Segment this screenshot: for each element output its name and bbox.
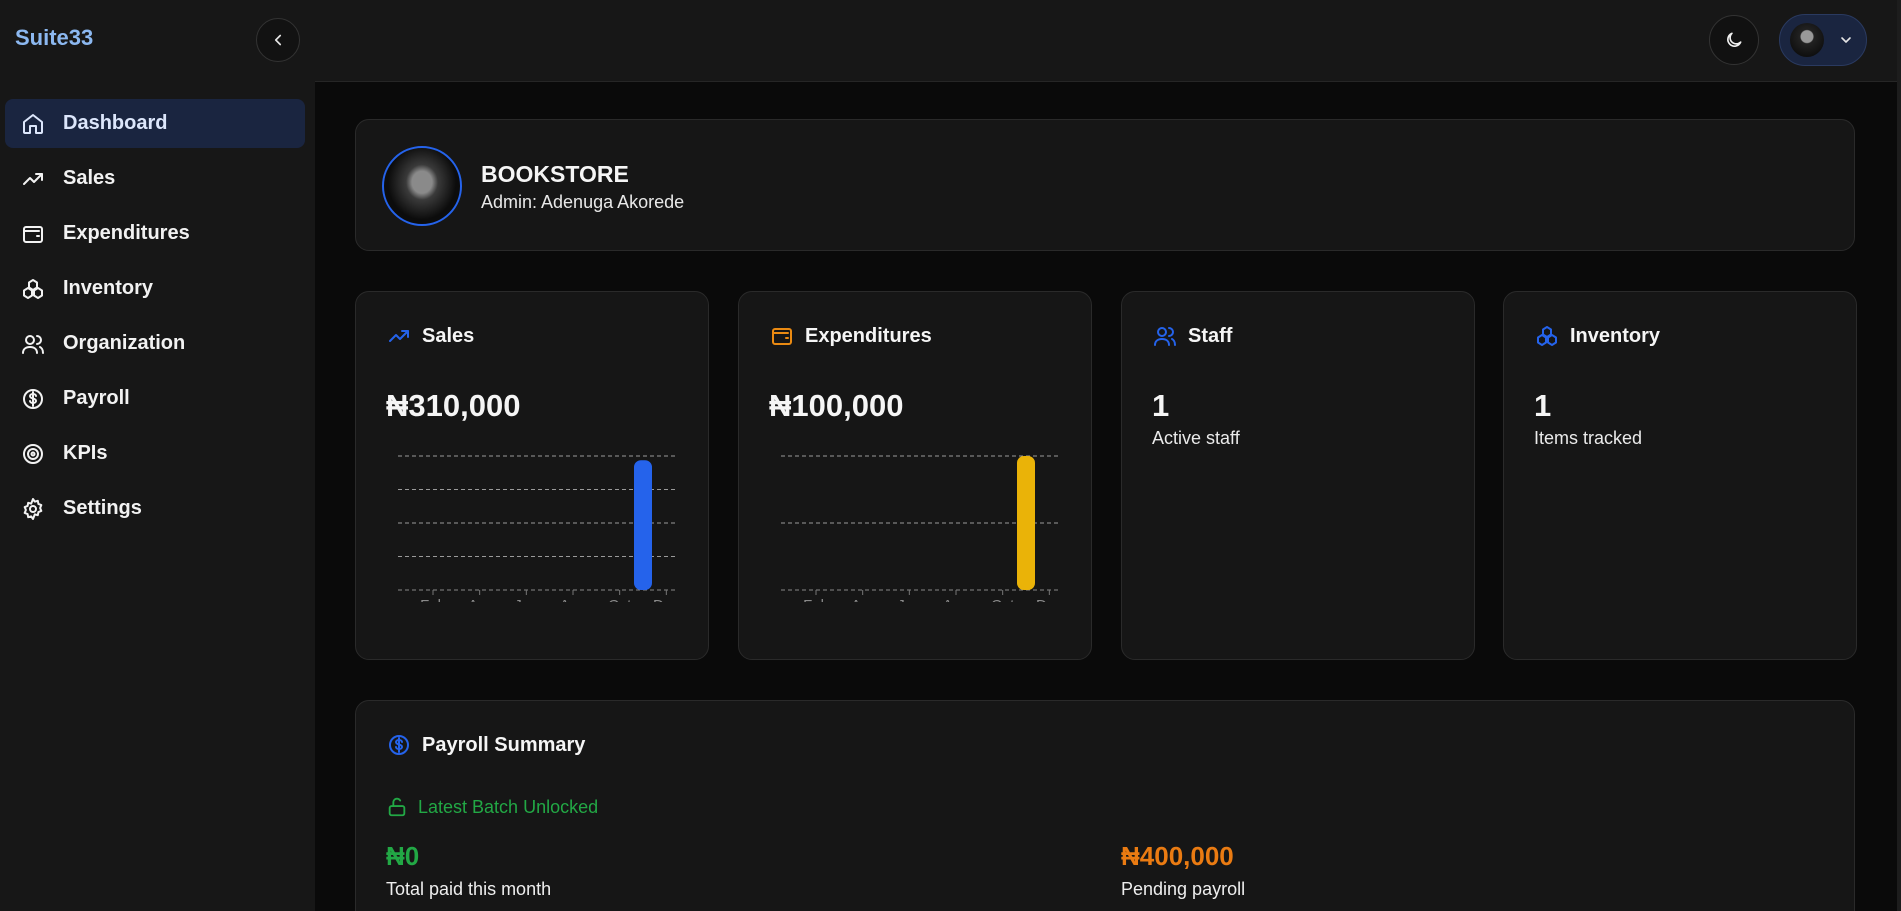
staff-label: Active staff xyxy=(1152,428,1240,448)
boxes-icon xyxy=(19,275,47,303)
sidebar-item-payroll[interactable]: Payroll xyxy=(5,374,305,423)
avatar xyxy=(1790,23,1824,57)
axis-tick-label: Feb xyxy=(803,597,829,602)
card-title-label: Expenditures xyxy=(805,324,932,347)
axis-tick-label: Jun xyxy=(514,597,538,602)
sidebar-item-organization[interactable]: Organization xyxy=(5,319,305,368)
brand-logo[interactable]: Suite33 xyxy=(15,25,93,51)
card-title: Payroll Summary xyxy=(386,732,585,758)
sidebar-item-label: KPIs xyxy=(63,442,108,464)
trending-up-icon xyxy=(386,323,412,349)
organization-card: BOOKSTORE Admin: Adenuga Akorede xyxy=(355,119,1855,251)
chevron-down-icon xyxy=(1841,37,1851,43)
expenditures-card[interactable]: Expenditures ₦100,000 Feb Apr Jun Aug Oct Dec xyxy=(738,291,1092,660)
payroll-summary-card: Payroll Summary Latest Batch Unlocked ₦0… xyxy=(355,700,1855,911)
target-icon xyxy=(19,440,47,468)
sidebar-item-inventory[interactable]: Inventory xyxy=(5,264,305,313)
axis-tick-label: Aug xyxy=(943,597,970,602)
chevron-left-icon xyxy=(274,34,282,46)
chart-bar-nov[interactable] xyxy=(634,460,652,590)
sidebar-item-sales[interactable]: Sales xyxy=(5,154,305,203)
axis-tick-label: Oct xyxy=(608,597,632,602)
axis-tick-label: Jun xyxy=(897,597,921,602)
card-title-label: Payroll Summary xyxy=(422,733,586,756)
boxes-icon xyxy=(1534,323,1560,349)
gear-icon xyxy=(19,495,47,523)
home-icon xyxy=(19,110,47,138)
users-icon xyxy=(19,330,47,358)
moon-icon xyxy=(1727,32,1742,47)
organization-name: BOOKSTORE xyxy=(481,161,629,187)
trending-up-icon xyxy=(19,165,47,193)
sidebar-item-label: Dashboard xyxy=(63,112,168,134)
wallet-icon xyxy=(769,323,795,349)
topbar xyxy=(315,0,1901,82)
sidebar-item-dashboard[interactable]: Dashboard xyxy=(5,99,305,148)
axis-tick-label: Apr xyxy=(851,597,874,602)
theme-toggle-button[interactable] xyxy=(1709,15,1759,65)
sidebar-item-label: Payroll xyxy=(63,387,130,409)
axis-tick-label: Aug xyxy=(560,597,587,602)
pending-value: ₦400,000 xyxy=(1121,841,1234,871)
chart-bar-nov[interactable] xyxy=(1017,456,1035,590)
axis-tick-label: Feb xyxy=(420,597,446,602)
user-menu-button[interactable] xyxy=(1779,14,1867,66)
paid-label: Total paid this month xyxy=(386,879,552,899)
collapse-sidebar-button[interactable] xyxy=(256,18,300,62)
paid-value: ₦0 xyxy=(386,841,420,871)
sales-value: ₦310,000 xyxy=(386,388,521,423)
users-icon xyxy=(1152,323,1178,349)
card-title-label: Staff xyxy=(1188,324,1233,347)
staff-value: 1 xyxy=(1152,388,1170,423)
axis-tick-label: Apr xyxy=(468,597,491,602)
card-title: Sales xyxy=(386,323,474,349)
sales-card[interactable]: Sales ₦310,000 Feb Apr Jun Aug Oct Dec xyxy=(355,291,709,660)
sidebar-item-label: Sales xyxy=(63,167,116,189)
sidebar-item-label: Inventory xyxy=(63,277,154,299)
axis-tick-label: Dec xyxy=(653,597,680,602)
staff-card[interactable]: Staff 1 Active staff xyxy=(1121,291,1475,660)
inventory-card[interactable]: Inventory 1 Items tracked xyxy=(1503,291,1857,660)
sidebar-item-label: Expenditures xyxy=(63,222,190,244)
sidebar-item-label: Organization xyxy=(63,332,186,354)
sidebar-item-kpis[interactable]: KPIs xyxy=(5,429,305,478)
card-title: Staff xyxy=(1152,323,1232,349)
card-title-label: Sales xyxy=(422,324,475,347)
pending-label: Pending payroll xyxy=(1121,879,1246,899)
wallet-icon xyxy=(19,220,47,248)
organization-avatar xyxy=(382,146,462,226)
card-title-label: Inventory xyxy=(1570,324,1661,347)
inventory-label: Items tracked xyxy=(1534,428,1643,448)
expenditures-value: ₦100,000 xyxy=(769,388,904,423)
dollar-circle-icon xyxy=(386,732,412,758)
sidebar: Suite33 Dashboard Sales Expenditures Inv… xyxy=(0,0,315,911)
scrollbar[interactable] xyxy=(1897,0,1901,911)
unlock-icon xyxy=(386,796,408,818)
sidebar-item-label: Settings xyxy=(63,497,142,519)
sales-chart: Feb Apr Jun Aug Oct Dec xyxy=(398,455,680,602)
batch-status: Latest Batch Unlocked xyxy=(386,796,598,818)
sidebar-item-settings[interactable]: Settings xyxy=(5,484,305,533)
axis-tick-label: Dec xyxy=(1036,597,1063,602)
axis-tick-label: Oct xyxy=(991,597,1015,602)
sidebar-nav: Dashboard Sales Expenditures Inventory O… xyxy=(5,99,305,539)
batch-status-label: Latest Batch Unlocked xyxy=(418,796,599,817)
sidebar-item-expenditures[interactable]: Expenditures xyxy=(5,209,305,258)
card-title: Inventory xyxy=(1534,323,1660,349)
organization-admin: Admin: Adenuga Akorede xyxy=(481,192,685,212)
inventory-value: 1 xyxy=(1534,388,1552,423)
card-title: Expenditures xyxy=(769,323,932,349)
dollar-circle-icon xyxy=(19,385,47,413)
expenditures-chart: Feb Apr Jun Aug Oct Dec xyxy=(781,455,1063,602)
